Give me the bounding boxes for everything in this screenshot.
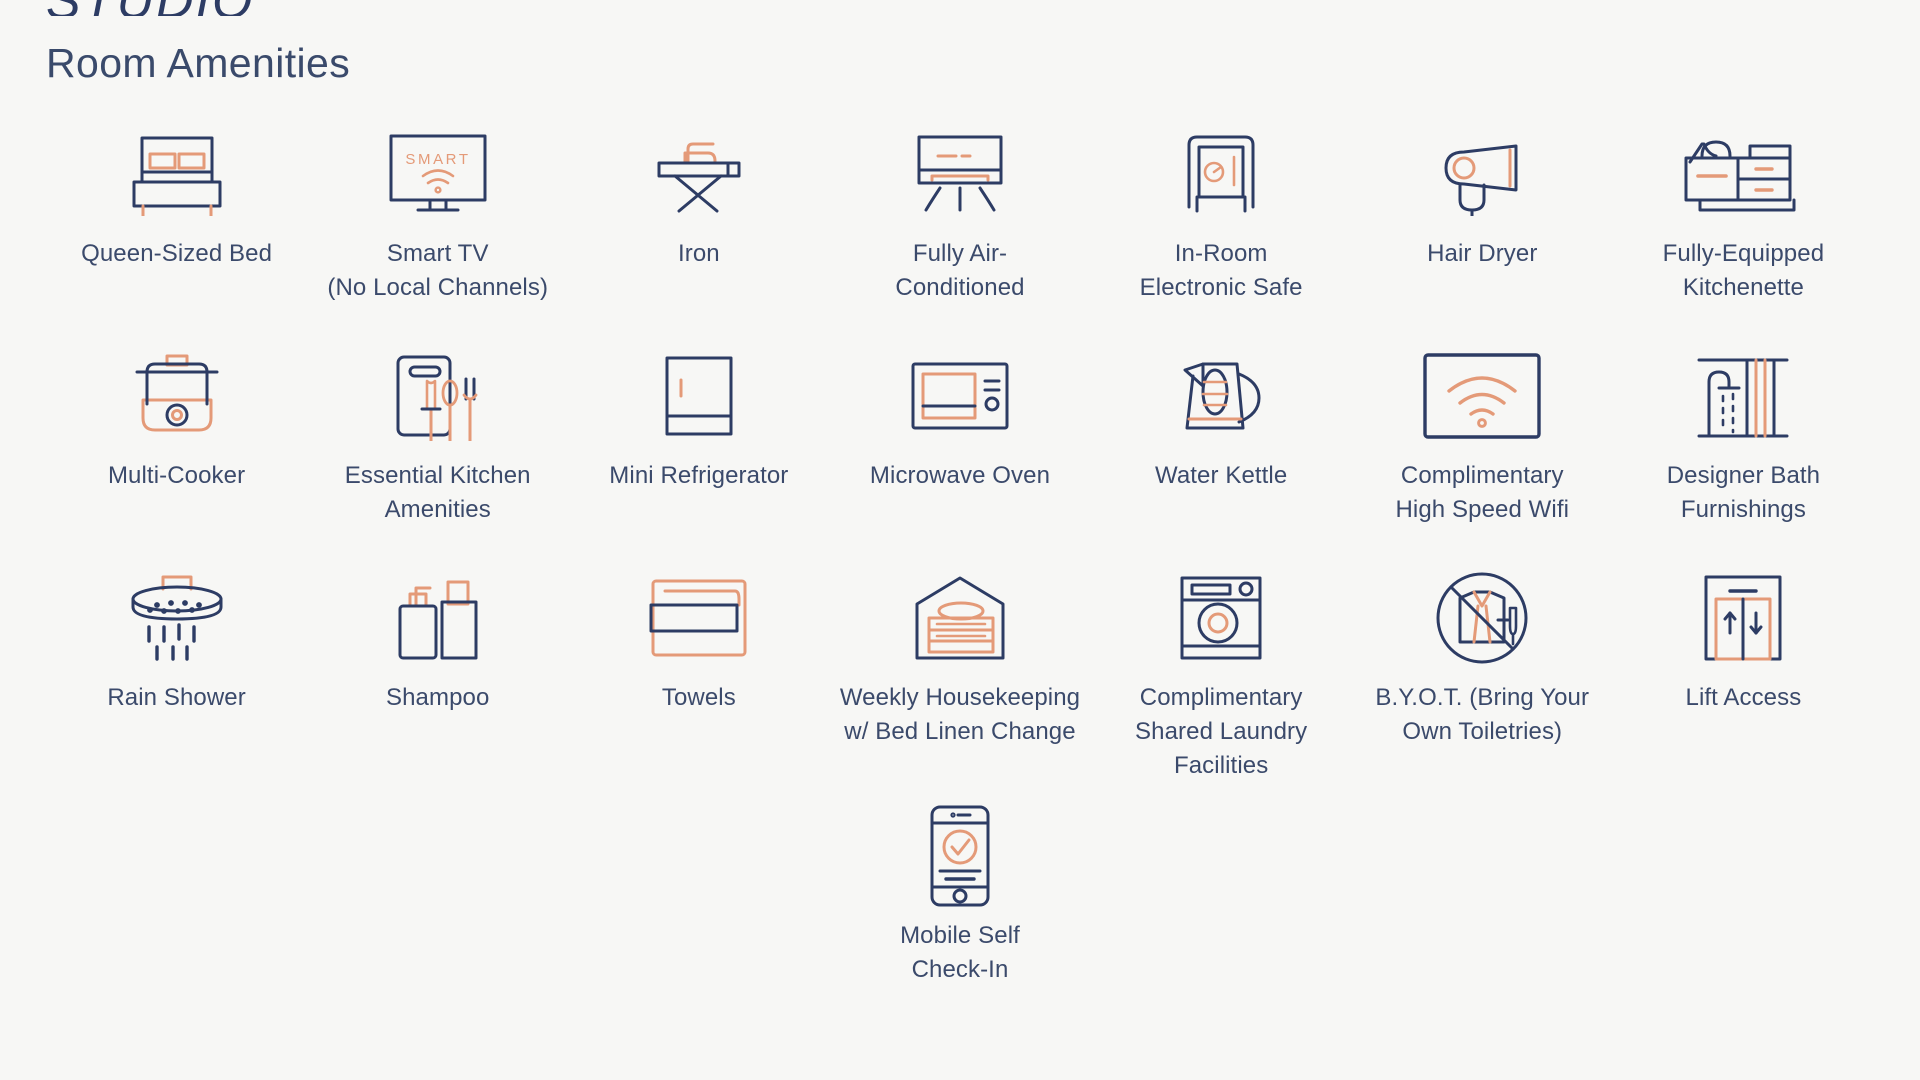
amenity-label: Rain Shower	[107, 684, 246, 711]
amenity-item-multi-cooker: Multi-Cooker	[46, 341, 307, 527]
amenity-label: Complimentary Shared Laundry Facilities	[1135, 684, 1308, 779]
amenity-item-bath-furnishings: Designer Bath Furnishings	[1613, 341, 1874, 527]
amenity-label: Queen-Sized Bed	[81, 240, 273, 267]
towels-icon	[643, 563, 755, 673]
amenity-label: Designer Bath Furnishings	[1666, 462, 1821, 523]
amenity-label: Fully Air- Conditioned	[895, 240, 1025, 301]
amenity-item-housekeeping: Weekly Housekeeping w/ Bed Linen Change	[829, 563, 1090, 783]
shampoo-bottles-icon	[386, 563, 490, 673]
amenity-label: Water Kettle	[1154, 462, 1288, 489]
amenity-item-wifi: Complimentary High Speed Wifi	[1352, 341, 1613, 527]
iron-board-icon	[645, 119, 753, 229]
bed-icon	[125, 119, 229, 229]
amenity-label: Multi-Cooker	[107, 462, 246, 489]
mini-fridge-icon	[651, 341, 747, 451]
amenity-label: Iron	[677, 240, 720, 267]
smart-tv-icon: SMART	[382, 119, 494, 229]
hair-dryer-icon	[1432, 119, 1532, 229]
amenity-item-electronic-safe: In-Room Electronic Safe	[1091, 119, 1352, 305]
amenity-label: Shampoo	[385, 684, 490, 711]
amenity-item-iron: Iron	[568, 119, 829, 305]
amenity-label: Hair Dryer	[1427, 240, 1538, 267]
amenity-item-queen-sized-bed: Queen-Sized Bed	[46, 119, 307, 305]
air-conditioner-icon	[908, 119, 1012, 229]
amenity-label: Fully-Equipped Kitchenette	[1662, 240, 1825, 301]
amenity-item-byot: B.Y.O.T. (Bring Your Own Toiletries)	[1352, 563, 1613, 783]
kitchen-utensils-icon	[386, 341, 490, 451]
amenity-item-kitchenette: Fully-Equipped Kitchenette	[1613, 119, 1874, 305]
elevator-icon	[1694, 563, 1792, 673]
washing-machine-icon	[1172, 563, 1270, 673]
amenity-item-shampoo: Shampoo	[307, 563, 568, 783]
amenity-item-hair-dryer: Hair Dryer	[1352, 119, 1613, 305]
kitchenette-icon	[1668, 119, 1818, 229]
amenity-label: In-Room Electronic Safe	[1139, 240, 1303, 301]
row-spacer	[46, 305, 1874, 341]
amenity-label: Mobile Self Check-In	[900, 922, 1020, 983]
amenity-label: Smart TV (No Local Channels)	[327, 240, 549, 301]
tv-screen-text: SMART	[405, 151, 470, 168]
room-amenities-page: STUDIO Room Amenities Queen-Sized Bed	[0, 0, 1920, 1058]
safe-icon	[1179, 119, 1263, 229]
amenity-label: Essential Kitchen Amenities	[344, 462, 531, 523]
page-title: Room Amenities	[46, 40, 351, 86]
amenity-label: B.Y.O.T. (Bring Your Own Toiletries)	[1375, 684, 1590, 745]
amenity-item-smart-tv: SMART Smart TV (No Local Channels)	[307, 119, 568, 305]
amenities-grid-last-row: Mobile Self Check-In	[46, 801, 1874, 987]
amenity-item-rain-shower: Rain Shower	[46, 563, 307, 783]
amenity-item-air-conditioned: Fully Air- Conditioned	[829, 119, 1090, 305]
shower-curtain-icon	[1693, 341, 1793, 451]
brand-title: STUDIO	[46, 0, 1874, 16]
multi-cooker-icon	[125, 341, 229, 451]
amenity-item-water-kettle: Water Kettle	[1091, 341, 1352, 527]
amenity-item-shared-laundry: Complimentary Shared Laundry Facilities	[1091, 563, 1352, 783]
kettle-icon	[1173, 341, 1269, 451]
amenity-item-kitchen-amenities: Essential Kitchen Amenities	[307, 341, 568, 527]
amenity-label: Weekly Housekeeping w/ Bed Linen Change	[839, 684, 1081, 745]
amenity-label: Towels	[661, 684, 736, 711]
row-spacer	[46, 527, 1874, 563]
amenity-item-lift-access: Lift Access	[1613, 563, 1874, 783]
amenity-item-microwave-oven: Microwave Oven	[829, 341, 1090, 527]
no-toiletries-icon	[1428, 563, 1536, 673]
wifi-icon	[1417, 341, 1547, 451]
rain-shower-icon	[117, 563, 237, 673]
housekeeping-icon	[905, 563, 1015, 673]
mobile-checkin-icon	[920, 801, 1000, 911]
amenity-item-towels: Towels	[568, 563, 829, 783]
amenity-label: Lift Access	[1685, 684, 1802, 711]
microwave-icon	[905, 341, 1015, 451]
amenity-label: Microwave Oven	[869, 462, 1051, 489]
amenity-item-mini-refrigerator: Mini Refrigerator	[568, 341, 829, 527]
amenities-grid: Queen-Sized Bed SMART Smart TV (No Local…	[46, 119, 1874, 783]
amenity-label: Complimentary High Speed Wifi	[1395, 462, 1570, 523]
amenity-item-mobile-checkin: Mobile Self Check-In	[829, 801, 1090, 987]
amenity-label: Mini Refrigerator	[609, 462, 789, 489]
